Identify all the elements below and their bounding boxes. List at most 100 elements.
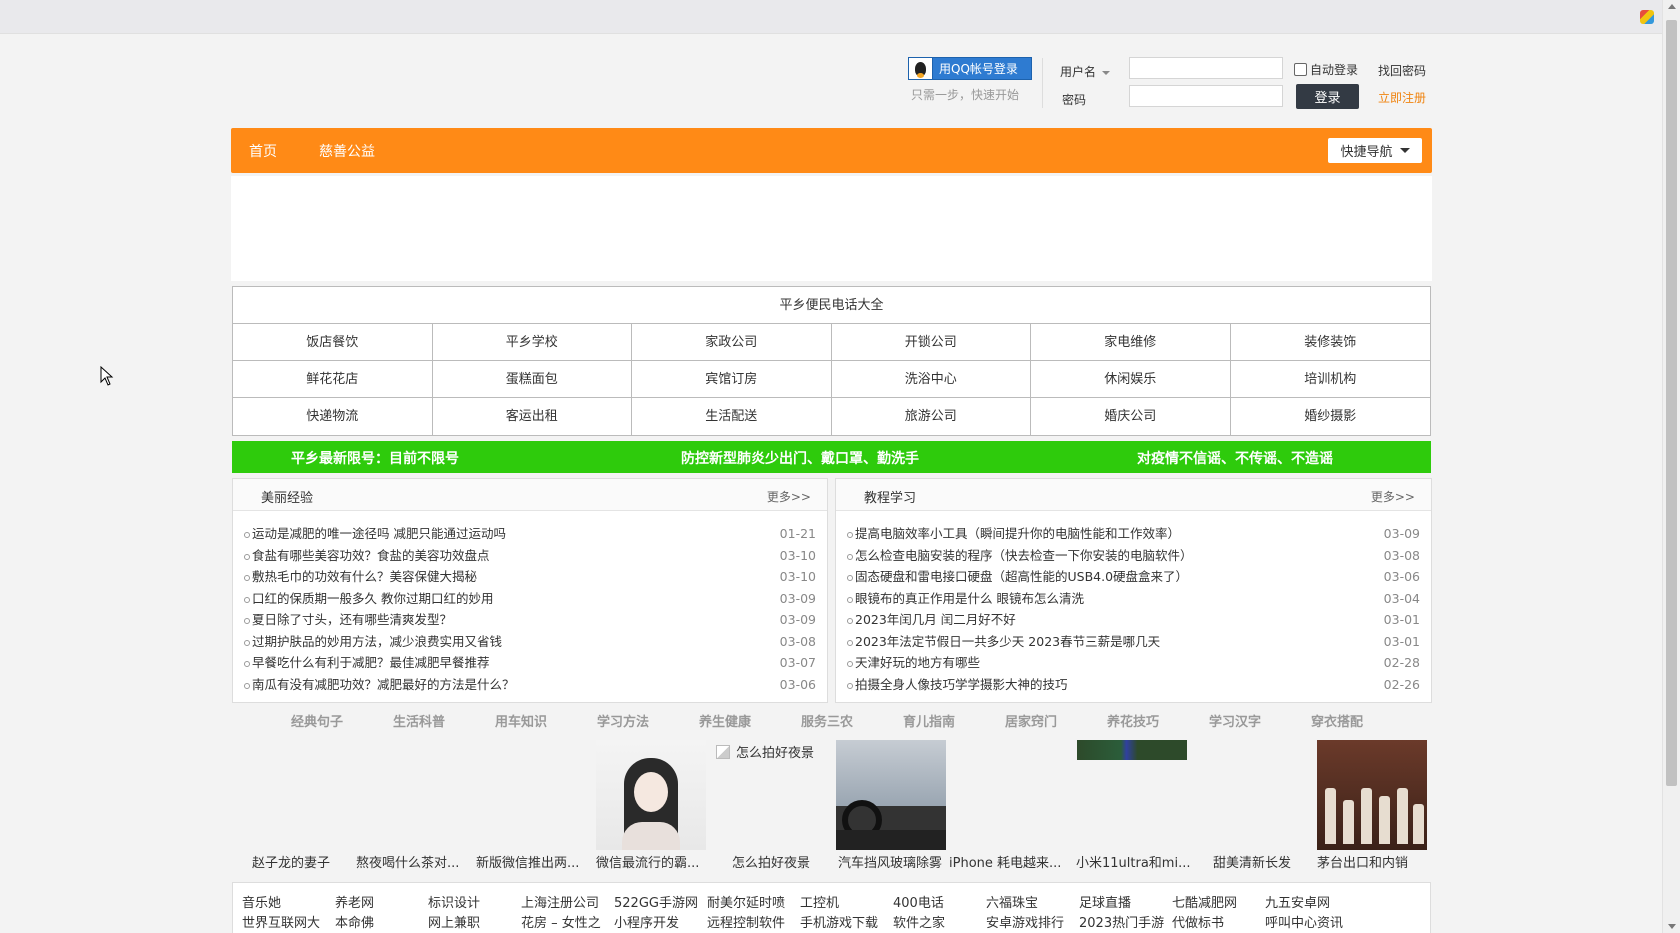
article-title[interactable]: 眼镜布的真正作用是什么 眼镜布怎么清洗 xyxy=(855,591,1084,606)
list-item[interactable]: 天津好玩的地方有哪些 02-28 xyxy=(836,652,1431,674)
category-tab[interactable]: 经典句子 xyxy=(291,711,343,730)
directory-link[interactable]: 平乡学校 xyxy=(432,324,632,361)
thumb-caption[interactable]: 怎么拍好夜景 xyxy=(732,852,850,871)
list-item[interactable]: 拍摄全身人像技巧学学摄影大神的技巧 02-26 xyxy=(836,674,1431,696)
username-type-select[interactable]: 用户名 xyxy=(1060,63,1111,80)
list-item[interactable]: 过期护肤品的妙用方法，减少浪费实用又省钱 03-08 xyxy=(233,631,827,653)
scroll-down-icon[interactable] xyxy=(1668,924,1676,929)
thumb-caption[interactable]: 微信最流行的霸... xyxy=(596,852,714,871)
article-title[interactable]: 固态硬盘和雷电接口硬盘（超高性能的USB4.0硬盘盒来了） xyxy=(855,569,1188,584)
nav-item-home[interactable]: 首页 xyxy=(249,141,277,161)
directory-link[interactable]: 家政公司 xyxy=(632,324,832,361)
directory-link[interactable]: 洗浴中心 xyxy=(831,361,1031,398)
friend-link[interactable]: 上海注册公司 xyxy=(521,892,599,911)
thumb-image-girl[interactable] xyxy=(596,740,706,850)
directory-link[interactable]: 开锁公司 xyxy=(831,324,1031,361)
directory-link[interactable]: 快递物流 xyxy=(233,398,433,435)
thumb-card[interactable]: 怎么拍好夜景 怎么拍好夜景 xyxy=(716,740,826,875)
friend-link[interactable]: 九五安卓网 xyxy=(1265,892,1330,911)
more-link[interactable]: 更多>> xyxy=(1371,488,1415,505)
article-title[interactable]: 运动是减肥的唯一途径吗 减肥只能通过运动吗 xyxy=(252,526,506,541)
thumb-caption[interactable]: 新版微信推出两... xyxy=(476,852,594,871)
friend-link[interactable]: 足球直播 xyxy=(1079,892,1131,911)
username-input[interactable] xyxy=(1129,57,1283,79)
thumb-card[interactable]: 熬夜喝什么茶对... xyxy=(356,740,466,875)
directory-link[interactable]: 鲜花花店 xyxy=(233,361,433,398)
category-tab[interactable]: 用车知识 xyxy=(495,711,547,730)
article-title[interactable]: 食盐有哪些美容功效？食盐的美容功效盘点 xyxy=(252,548,490,563)
friend-link[interactable]: 耐美尔延时喷 xyxy=(707,892,785,911)
qq-login-button[interactable]: 用QQ帐号登录 xyxy=(908,57,1032,80)
list-item[interactable]: 怎么检查电脑安装的程序（快去检查一下你安装的电脑软件） 03-08 xyxy=(836,545,1431,567)
friend-link[interactable]: 安卓游戏排行 xyxy=(986,912,1064,931)
list-item[interactable]: 食盐有哪些美容功效？食盐的美容功效盘点 03-10 xyxy=(233,545,827,567)
article-title[interactable]: 敷热毛巾的功效有什么？美容保健大揭秘 xyxy=(252,569,477,584)
article-title[interactable]: 过期护肤品的妙用方法，减少浪费实用又省钱 xyxy=(252,634,502,649)
quick-nav-button[interactable]: 快捷导航 xyxy=(1328,138,1422,163)
friend-link[interactable]: 标识设计 xyxy=(428,892,480,911)
thumb-card[interactable]: iPhone 耗电越来... xyxy=(949,740,1066,875)
friend-link[interactable]: 世界互联网大 xyxy=(242,912,320,931)
thumb-card[interactable]: 新版微信推出两... xyxy=(476,740,586,875)
list-item[interactable]: 2023年闰几月 闰二月好不好 03-01 xyxy=(836,609,1431,631)
friend-link[interactable]: 呼叫中心资讯 xyxy=(1265,912,1343,931)
list-item[interactable]: 早餐吃什么有利于减肥？最佳减肥早餐推荐 03-07 xyxy=(233,652,827,674)
friend-link[interactable]: 养老网 xyxy=(335,892,374,911)
thumb-caption[interactable]: 汽车挡风玻璃除雾 xyxy=(838,852,956,871)
thumb-caption[interactable]: 茅台出口和内销 xyxy=(1317,852,1435,871)
auto-login-checkbox[interactable]: 自动登录 xyxy=(1294,61,1358,78)
thumb-caption[interactable]: 赵子龙的妻子 xyxy=(252,852,370,871)
friend-link[interactable]: 400电话 xyxy=(893,892,944,911)
category-tab[interactable]: 学习汉字 xyxy=(1209,711,1261,730)
friend-link[interactable]: 工控机 xyxy=(800,892,839,911)
scrollbar-thumb[interactable] xyxy=(1666,20,1677,786)
thumb-caption[interactable]: 小米11ultra和mi... xyxy=(1076,852,1194,871)
list-item[interactable]: 敷热毛巾的功效有什么？美容保健大揭秘 03-10 xyxy=(233,566,827,588)
thumb-image-car-windshield[interactable] xyxy=(836,740,946,850)
category-tab[interactable]: 服务三农 xyxy=(801,711,853,730)
directory-link[interactable]: 饭店餐饮 xyxy=(233,324,433,361)
directory-link[interactable]: 婚庆公司 xyxy=(1031,398,1231,435)
category-tab[interactable]: 穿衣搭配 xyxy=(1311,711,1363,730)
directory-link[interactable]: 婚纱摄影 xyxy=(1231,398,1431,435)
friend-link[interactable]: 远程控制软件 xyxy=(707,912,785,931)
directory-link[interactable]: 装修装饰 xyxy=(1230,324,1430,361)
directory-link[interactable]: 培训机构 xyxy=(1230,361,1430,398)
list-item[interactable]: 夏日除了寸头，还有哪些清爽发型？ 03-09 xyxy=(233,609,827,631)
article-title[interactable]: 口红的保质期一般多久 教你过期口红的妙用 xyxy=(252,591,493,606)
list-item[interactable]: 运动是减肥的唯一途径吗 减肥只能通过运动吗 01-21 xyxy=(233,523,827,545)
checkbox-icon[interactable] xyxy=(1294,63,1307,76)
article-title[interactable]: 南瓜有没有减肥功效？减肥最好的方法是什么？ xyxy=(252,677,515,692)
category-tab[interactable]: 养花技巧 xyxy=(1107,711,1159,730)
list-item[interactable]: 口红的保质期一般多久 教你过期口红的妙用 03-09 xyxy=(233,588,827,610)
thumb-image-game[interactable] xyxy=(1077,740,1187,760)
list-item[interactable]: 2023年法定节假日一共多少天 2023春节三薪是哪几天 03-01 xyxy=(836,631,1431,653)
thumb-card[interactable]: 微信最流行的霸... xyxy=(596,740,706,875)
friend-link[interactable]: 六福珠宝 xyxy=(986,892,1038,911)
app-grid-icon[interactable] xyxy=(1640,10,1654,24)
article-title[interactable]: 2023年闰几月 闰二月好不好 xyxy=(855,612,1016,627)
directory-link[interactable]: 旅游公司 xyxy=(832,398,1031,435)
thumb-card[interactable]: 茅台出口和内销 xyxy=(1317,740,1427,875)
thumb-image-bottles[interactable] xyxy=(1317,740,1427,850)
thumb-card[interactable]: 甜美清新长发 xyxy=(1213,740,1323,875)
category-tab[interactable]: 育儿指南 xyxy=(903,711,955,730)
thumb-caption[interactable]: 熬夜喝什么茶对... xyxy=(356,852,474,871)
article-title[interactable]: 提高电脑效率小工具（瞬间提升你的电脑性能和工作效率） xyxy=(855,526,1180,541)
directory-link[interactable]: 休闲娱乐 xyxy=(1031,361,1231,398)
article-title[interactable]: 夏日除了寸头，还有哪些清爽发型？ xyxy=(252,612,452,627)
article-title[interactable]: 怎么检查电脑安装的程序（快去检查一下你安装的电脑软件） xyxy=(855,548,1193,563)
nav-item-charity[interactable]: 慈善公益 xyxy=(319,141,375,161)
friend-link[interactable]: 花房 – 女性之 xyxy=(521,912,601,931)
directory-link[interactable]: 客运出租 xyxy=(433,398,632,435)
category-tab[interactable]: 养生健康 xyxy=(699,711,751,730)
article-title[interactable]: 早餐吃什么有利于减肥？最佳减肥早餐推荐 xyxy=(252,655,490,670)
article-title[interactable]: 拍摄全身人像技巧学学摄影大神的技巧 xyxy=(855,677,1068,692)
category-tab[interactable]: 居家窍门 xyxy=(1005,711,1057,730)
friend-link[interactable]: 2023热门手游 xyxy=(1079,912,1164,931)
password-input[interactable] xyxy=(1129,85,1283,107)
category-tab[interactable]: 学习方法 xyxy=(597,711,649,730)
page-scrollbar[interactable] xyxy=(1662,0,1680,933)
friend-link[interactable]: 小程序开发 xyxy=(614,912,679,931)
friend-link[interactable]: 代做标书 xyxy=(1172,912,1224,931)
